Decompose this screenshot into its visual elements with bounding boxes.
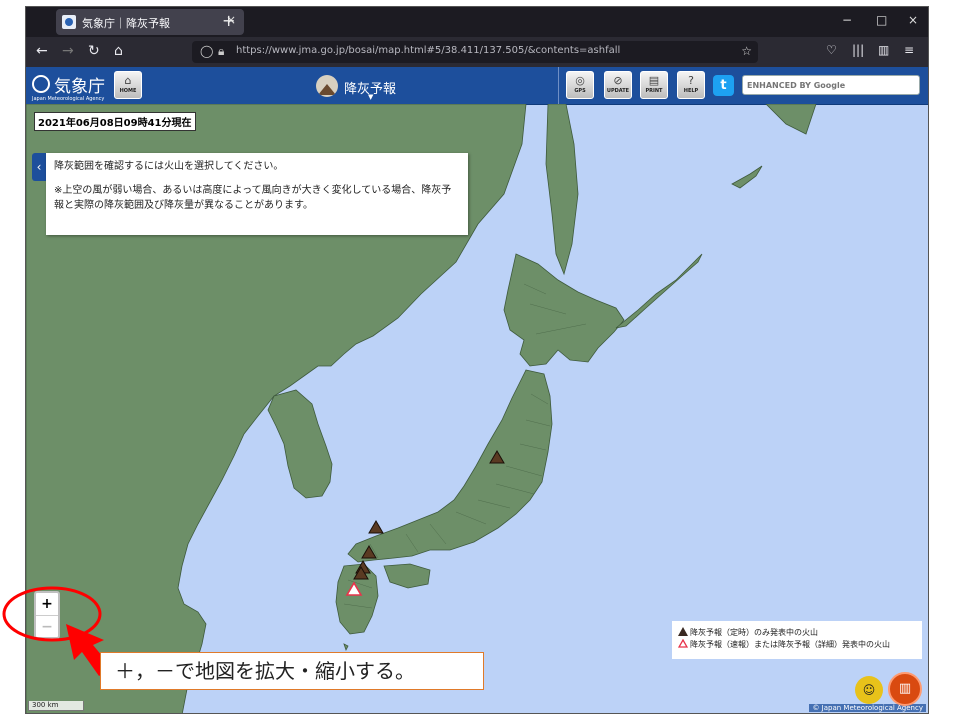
- annotation-callout: ＋，－で地図を拡大・縮小する。: [100, 652, 484, 690]
- highlight-ellipse: [2, 586, 102, 642]
- annotation-layer: [2, 586, 112, 676]
